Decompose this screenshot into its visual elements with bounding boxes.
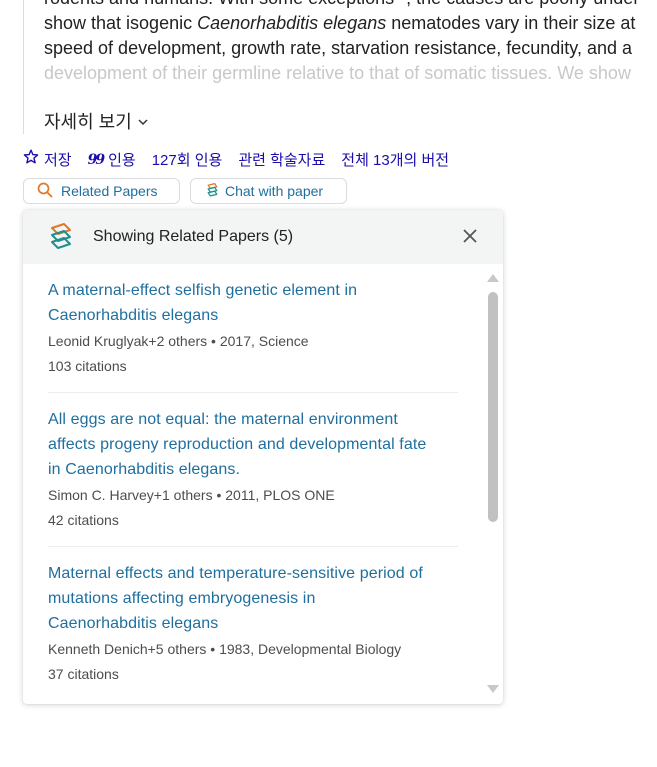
- paper-citations: 103 citations: [48, 358, 127, 374]
- abstract-line: rodents and humans. With some exceptions…: [44, 0, 657, 11]
- paper-meta: Leonid Kruglyak+2 others • 2017, Science: [48, 333, 309, 349]
- related-papers-list: A maternal-effect selfish genetic elemen…: [48, 264, 458, 700]
- related-papers-button[interactable]: Related Papers: [23, 178, 180, 204]
- paper-meta: Simon C. Harvey+1 others • 2011, PLOS ON…: [48, 487, 335, 503]
- species-name: Caenorhabditis elegans: [197, 13, 387, 33]
- save-link[interactable]: 저장: [23, 149, 72, 170]
- all-versions-link[interactable]: 전체 13개의 버전: [341, 149, 449, 170]
- paper-item: Maternal effects and temperature-sensiti…: [48, 547, 458, 700]
- show-more-label: 자세히 보기: [44, 112, 132, 132]
- close-icon[interactable]: [460, 226, 480, 246]
- cite-link[interactable]: 99 인용: [88, 149, 136, 170]
- paper-meta: Kenneth Denich+5 others • 1983, Developm…: [48, 641, 402, 657]
- cite-label: 인용: [108, 152, 136, 169]
- abstract-text: rodents and humans. With some exceptions…: [44, 0, 657, 86]
- chat-with-paper-label: Chat with paper: [225, 183, 324, 199]
- chevron-down-icon: [138, 117, 148, 129]
- paper-item: All eggs are not equal: the maternal env…: [48, 393, 458, 547]
- related-papers-panel: Showing Related Papers (5) A maternal-ef…: [23, 210, 503, 704]
- abstract-line-faded: development of their germline relative t…: [44, 63, 631, 83]
- panel-header: Showing Related Papers (5): [23, 210, 503, 264]
- paper-title-link[interactable]: All eggs are not equal: the maternal env…: [48, 407, 458, 482]
- abstract-section: rodents and humans. With some exceptions…: [23, 0, 657, 134]
- paper-title-link[interactable]: Maternal effects and temperature-sensiti…: [48, 561, 458, 636]
- paper-item: A maternal-effect selfish genetic elemen…: [48, 264, 458, 393]
- panel-title: Showing Related Papers (5): [93, 228, 294, 245]
- save-label: 저장: [44, 152, 72, 169]
- paper-citations: 42 citations: [48, 512, 119, 528]
- scroll-up-arrow[interactable]: [487, 274, 499, 282]
- scroll-down-arrow[interactable]: [487, 685, 499, 693]
- related-papers-label: Related Papers: [61, 183, 158, 199]
- quote-icon: 99: [87, 151, 106, 168]
- abstract-line: speed of development, growth rate, starv…: [44, 38, 633, 58]
- abstract-line: show that isogenic Caenorhabditis elegan…: [44, 13, 636, 33]
- paper-citations: 37 citations: [48, 666, 119, 682]
- show-more-button[interactable]: 자세히 보기: [44, 108, 148, 134]
- chat-with-paper-button[interactable]: Chat with paper: [190, 178, 347, 204]
- citation-actions: 저장 99 인용 127회 인용 관련 학술자료 전체 13개의 버전: [23, 149, 465, 170]
- scholar-logo-icon: [205, 182, 220, 200]
- scrollbar-thumb[interactable]: [488, 292, 498, 522]
- cited-by-link[interactable]: 127회 인용: [152, 149, 223, 170]
- search-icon: [37, 182, 53, 201]
- star-icon: [23, 149, 39, 170]
- paper-title-link[interactable]: A maternal-effect selfish genetic elemen…: [48, 278, 458, 328]
- related-articles-link[interactable]: 관련 학술자료: [238, 149, 325, 170]
- scholar-logo-icon: [47, 222, 75, 250]
